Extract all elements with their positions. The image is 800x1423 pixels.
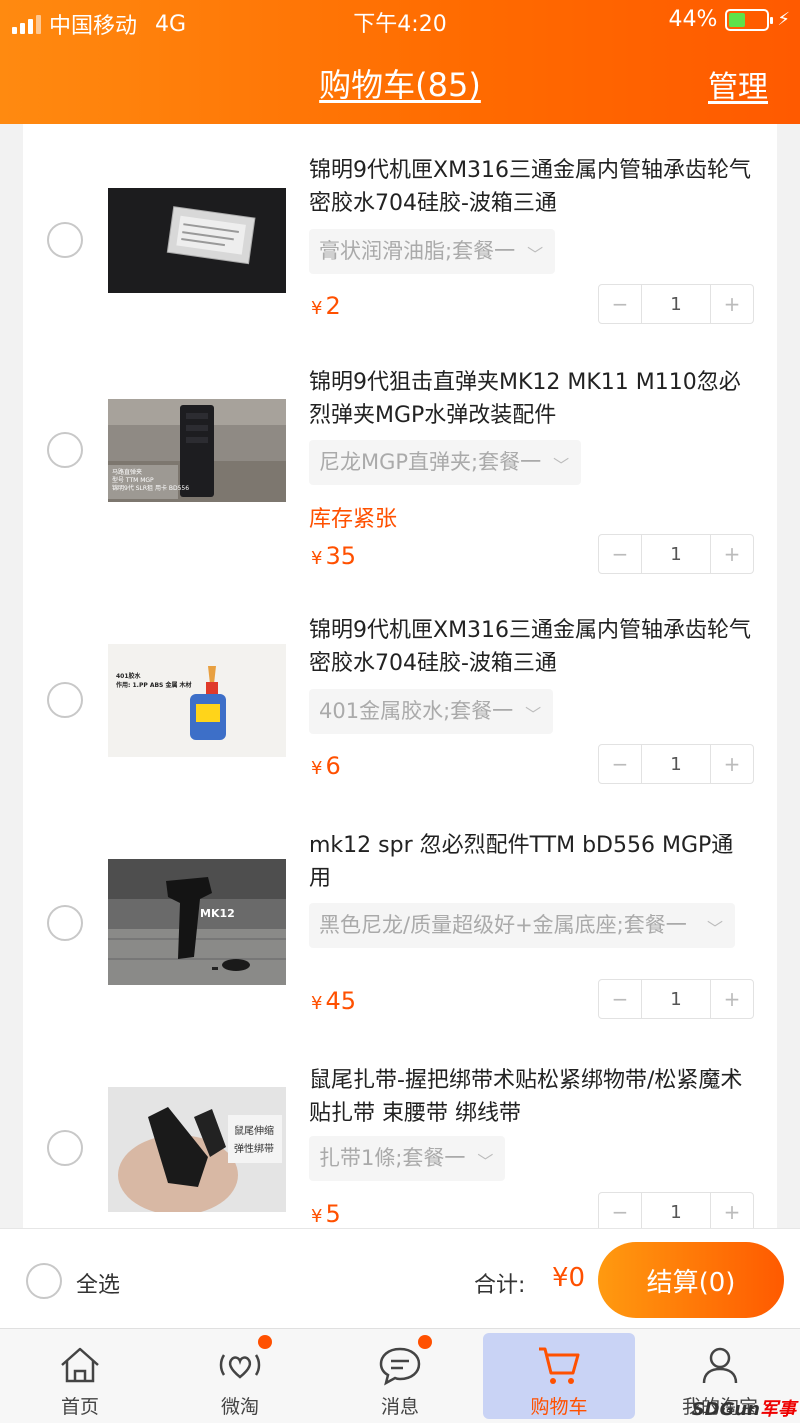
cart-item: 锦明9代机匣XM316三通金属内管轴承齿轮气密胶水704硅胶-波箱三通 膏状润滑… xyxy=(23,124,777,354)
quantity-stepper: − 1 + xyxy=(598,979,754,1019)
sku-selector[interactable]: 尼龙MGP直弹夹;套餐一 ﹀ xyxy=(309,440,582,485)
product-title[interactable]: 锦明9代狙击直弹夹MK12 MK11 M110忽必烈弹夹MGP水弹改装配件 xyxy=(309,366,754,432)
tab-cart[interactable]: 购物车 xyxy=(483,1333,635,1419)
quantity-value[interactable]: 1 xyxy=(641,980,711,1018)
quantity-stepper: − 1 + xyxy=(598,534,754,574)
total-label: 合计: xyxy=(474,1273,526,1298)
tab-weitao[interactable]: 微淘 xyxy=(160,1329,320,1423)
tab-home[interactable]: 首页 xyxy=(0,1329,160,1423)
decrease-button[interactable]: − xyxy=(599,535,641,573)
sku-text: 尼龙MGP直弹夹;套餐一 xyxy=(319,450,542,474)
quantity-value[interactable]: 1 xyxy=(641,535,711,573)
checkout-button[interactable]: 结算(0) xyxy=(598,1242,784,1318)
sku-text: 膏状润滑油脂;套餐一 xyxy=(319,239,516,263)
product-title[interactable]: mk12 spr 忽必烈配件TTM bD556 MGP通用 xyxy=(309,829,754,895)
increase-button[interactable]: + xyxy=(711,535,753,573)
thumbnail-caption: 鼠尾伸缩 弹性绑带 xyxy=(234,1126,274,1155)
sku-selector[interactable]: 膏状润滑油脂;套餐一 ﹀ xyxy=(309,229,556,274)
item-price: ¥6 xyxy=(311,752,341,780)
item-price: ¥35 xyxy=(311,542,356,570)
thumbnail-caption: MK12 xyxy=(200,907,235,920)
select-all-label[interactable]: 全选 xyxy=(76,1267,120,1299)
quantity-value[interactable]: 1 xyxy=(641,1193,711,1228)
tab-bar: 首页 微淘 消息 购物车 我的淘宝 SDGun军事 xyxy=(0,1328,800,1423)
sku-selector[interactable]: 黑色尼龙/质量超级好+金属底座;套餐一 ﹀ xyxy=(309,903,735,948)
grip-image xyxy=(108,859,286,985)
checkout-bar: 全选 合计: ¥0 结算(0) xyxy=(0,1228,800,1328)
product-title[interactable]: 锦明9代机匣XM316三通金属内管轴承齿轮气密胶水704硅胶-波箱三通 xyxy=(309,614,754,680)
decrease-button[interactable]: − xyxy=(599,980,641,1018)
select-all-radio[interactable] xyxy=(26,1263,62,1299)
quantity-value[interactable]: 1 xyxy=(641,745,711,783)
product-thumbnail[interactable] xyxy=(108,188,286,293)
chevron-down-icon: ﹀ xyxy=(525,704,542,724)
watermark: SDGun军事 xyxy=(691,1399,796,1420)
stock-warning: 库存紧张 xyxy=(309,507,398,532)
chevron-down-icon: ﹀ xyxy=(477,1151,494,1171)
tab-label: 消息 xyxy=(380,1396,419,1418)
sku-selector[interactable]: 401金属胶水;套餐一 ﹀ xyxy=(309,689,554,734)
packet-image xyxy=(108,188,286,293)
item-price: ¥2 xyxy=(311,292,341,320)
product-title[interactable]: 锦明9代机匣XM316三通金属内管轴承齿轮气密胶水704硅胶-波箱三通 xyxy=(309,154,754,220)
thumbnail-caption: 马路直弹夹 型号 TTM MGP 锦明9代 SLR狙 用卡 BD556 xyxy=(112,469,190,492)
product-thumbnail[interactable]: MK12 xyxy=(108,859,286,985)
item-price: ¥5 xyxy=(311,1200,341,1228)
product-thumbnail[interactable]: 鼠尾伸缩 弹性绑带 xyxy=(108,1087,286,1212)
quantity-stepper: − 1 + xyxy=(598,744,754,784)
cart-list[interactable]: 锦明9代机匣XM316三通金属内管轴承齿轮气密胶水704硅胶-波箱三通 膏状润滑… xyxy=(23,124,777,1228)
quantity-stepper: − 1 + xyxy=(598,284,754,324)
chevron-down-icon: ﹀ xyxy=(553,455,570,475)
status-bar: 中国移动 4G 下午4:20 44% ⚡ xyxy=(0,0,800,40)
increase-button[interactable]: + xyxy=(711,745,753,783)
tab-label: 购物车 xyxy=(530,1396,588,1418)
cart-icon xyxy=(539,1347,580,1384)
decrease-button[interactable]: − xyxy=(599,285,641,323)
item-select-radio[interactable] xyxy=(47,905,83,941)
user-icon xyxy=(702,1347,738,1384)
item-select-radio[interactable] xyxy=(47,682,83,718)
sku-text: 扎带1條;套餐一 xyxy=(319,1146,466,1170)
item-select-radio[interactable] xyxy=(47,1130,83,1166)
increase-button[interactable]: + xyxy=(711,980,753,1018)
quantity-value[interactable]: 1 xyxy=(641,285,711,323)
battery-percent: 44% xyxy=(668,7,718,32)
tab-messages[interactable]: 消息 xyxy=(320,1329,480,1423)
page-title: 购物车(85) xyxy=(319,66,481,104)
decrease-button[interactable]: − xyxy=(599,1193,641,1228)
sku-selector[interactable]: 扎带1條;套餐一 ﹀ xyxy=(309,1136,506,1181)
sku-text: 黑色尼龙/质量超级好+金属底座;套餐一 xyxy=(319,913,687,937)
cart-item: 马路直弹夹 型号 TTM MGP 锦明9代 SLR狙 用卡 BD556 锦明9代… xyxy=(23,354,777,604)
notification-dot xyxy=(258,1335,272,1349)
tab-label: 首页 xyxy=(60,1396,99,1418)
product-thumbnail[interactable]: 马路直弹夹 型号 TTM MGP 锦明9代 SLR狙 用卡 BD556 xyxy=(108,399,286,502)
decrease-button[interactable]: − xyxy=(599,745,641,783)
heart-signal-icon xyxy=(219,1354,261,1379)
product-title[interactable]: 鼠尾扎带-握把绑带术贴松紧绑物带/松紧魔术贴扎带 束腰带 绑线带 xyxy=(309,1064,754,1130)
chat-bubble-icon xyxy=(379,1347,421,1386)
increase-button[interactable]: + xyxy=(711,285,753,323)
charging-icon: ⚡ xyxy=(777,9,790,30)
item-select-radio[interactable] xyxy=(47,222,83,258)
cart-item: 401胶水 作用: 1.PP ABS 金属 木材 锦明9代机匣XM316三通金属… xyxy=(23,604,777,819)
cart-item: MK12 mk12 spr 忽必烈配件TTM bD556 MGP通用 黑色尼龙/… xyxy=(23,819,777,1054)
product-thumbnail[interactable]: 401胶水 作用: 1.PP ABS 金属 木材 xyxy=(108,644,286,757)
notification-dot xyxy=(418,1335,432,1349)
battery-icon xyxy=(725,8,774,31)
quantity-stepper: − 1 + xyxy=(598,1192,754,1228)
chevron-down-icon: ﹀ xyxy=(527,244,544,264)
tab-label: 微淘 xyxy=(220,1396,259,1418)
item-price: ¥45 xyxy=(311,987,356,1015)
total-amount: ¥0 xyxy=(552,1263,586,1293)
cart-item: 鼠尾伸缩 弹性绑带 鼠尾扎带-握把绑带术贴松紧绑物带/松紧魔术贴扎带 束腰带 绑… xyxy=(23,1054,777,1228)
sku-text: 401金属胶水;套餐一 xyxy=(319,699,514,723)
chevron-down-icon: ﹀ xyxy=(706,918,723,938)
manage-button[interactable]: 管理 xyxy=(708,62,768,106)
thumbnail-caption: 401胶水 作用: 1.PP ABS 金属 木材 xyxy=(116,673,192,689)
increase-button[interactable]: + xyxy=(711,1193,753,1228)
item-select-radio[interactable] xyxy=(47,432,83,468)
home-icon xyxy=(61,1347,99,1383)
glue-bottle-image xyxy=(108,644,286,757)
header: 中国移动 4G 下午4:20 44% ⚡ 购物车(85) 管理 xyxy=(0,0,800,124)
